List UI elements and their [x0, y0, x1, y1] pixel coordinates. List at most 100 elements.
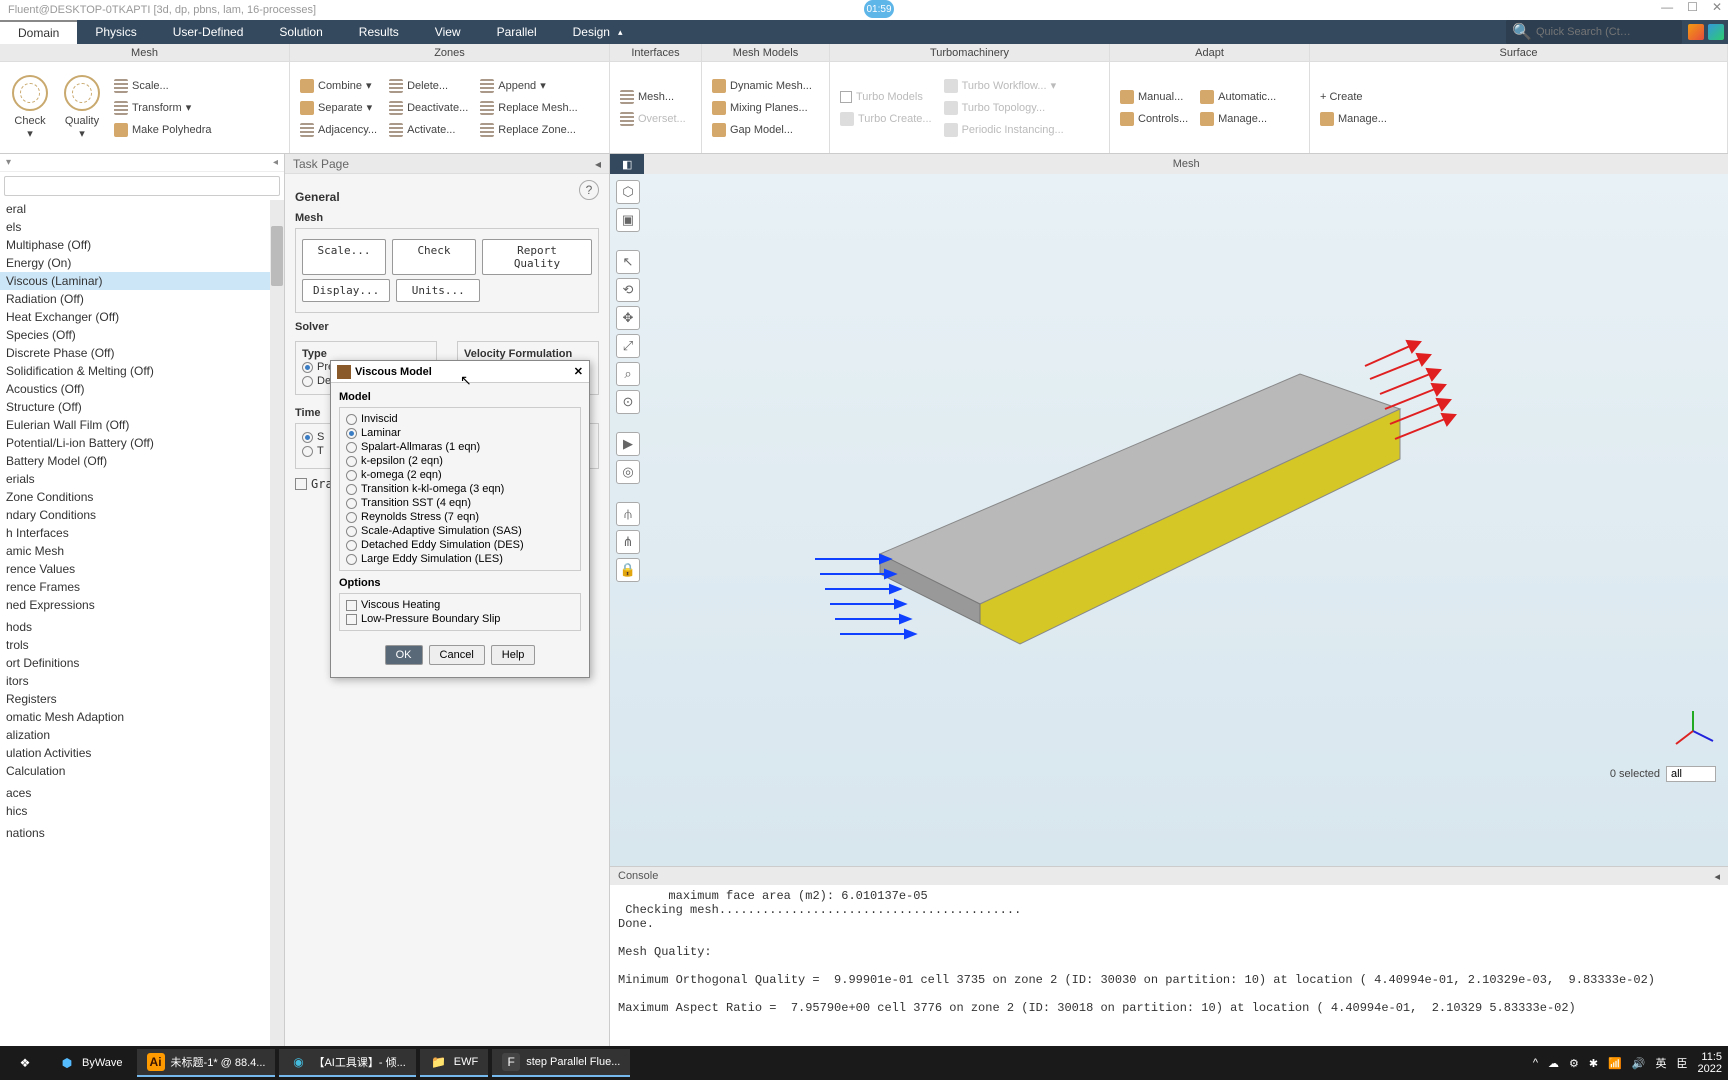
help-icon[interactable]: ? [579, 180, 599, 200]
tray-expand-icon[interactable]: ^ [1533, 1057, 1538, 1069]
tree-item[interactable]: eral [0, 200, 284, 218]
tree-item[interactable]: hics [0, 802, 284, 820]
help-button[interactable]: Help [491, 645, 536, 665]
tree-item[interactable]: ndary Conditions [0, 506, 284, 524]
mesh-scale-button[interactable]: Scale... [302, 239, 386, 275]
tree-item[interactable]: ned Expressions [0, 596, 284, 614]
tree-filter-input[interactable] [4, 176, 280, 196]
selection-filter-input[interactable] [1666, 766, 1716, 782]
quality-button[interactable]: Quality ▾ [56, 66, 108, 149]
adapt-manage-button[interactable]: Manage... [1194, 108, 1282, 130]
app-icon-2[interactable] [1708, 24, 1724, 40]
replace-mesh-button[interactable]: Replace Mesh... [474, 97, 583, 119]
quick-search[interactable]: 🔍 [1506, 20, 1682, 44]
tree-item[interactable]: alization [0, 726, 284, 744]
scrollbar[interactable] [270, 200, 284, 1046]
adapt-automatic-button[interactable]: Automatic... [1194, 86, 1282, 108]
tree-item[interactable]: Multiphase (Off) [0, 236, 284, 254]
model-radio[interactable]: Reynolds Stress (7 eqn) [346, 510, 574, 524]
taskbar-start[interactable]: ❖ [6, 1049, 44, 1077]
transform-button[interactable]: Transform ▾ [108, 97, 218, 119]
turbo-create-button[interactable]: Turbo Create... [834, 108, 938, 130]
tree-item[interactable]: Solidification & Melting (Off) [0, 362, 284, 380]
tray-ime2-icon[interactable]: 臣 [1677, 1055, 1688, 1071]
gap-model-button[interactable]: Gap Model... [706, 119, 818, 141]
console-output[interactable]: maximum face area (m2): 6.010137e-05 Che… [610, 885, 1728, 1046]
adapt-manual-button[interactable]: Manual... [1114, 86, 1194, 108]
viewport-tab-mesh[interactable]: Mesh [644, 158, 1728, 170]
model-radio[interactable]: Transition SST (4 eqn) [346, 496, 574, 510]
activate-button[interactable]: Activate... [383, 119, 474, 141]
tray-volume-icon[interactable]: 🔊 [1632, 1057, 1646, 1070]
tree-item[interactable]: ort Definitions [0, 654, 284, 672]
viewport-tab-icon[interactable]: ◧ [610, 154, 644, 174]
tool-axis-icon[interactable]: ⋔ [616, 530, 640, 554]
tool-zoom-icon[interactable]: ⤢ [616, 334, 640, 358]
dynamic-mesh-button[interactable]: Dynamic Mesh... [706, 75, 818, 97]
caret-icon[interactable]: ▴ [618, 27, 623, 38]
model-radio[interactable]: Spalart-Allmaras (1 eqn) [346, 440, 574, 454]
tool-target-icon[interactable]: ◎ [616, 460, 640, 484]
panel-collapse-icon[interactable]: ◂ [595, 157, 601, 171]
tab-physics[interactable]: Physics [77, 20, 154, 44]
turbo-workflow-button[interactable]: Turbo Workflow... ▾ [938, 75, 1070, 97]
tab-parallel[interactable]: Parallel [479, 20, 555, 44]
console-collapse-icon[interactable]: ◂ [1714, 870, 1720, 883]
tool-home-icon[interactable]: ⬡ [616, 180, 640, 204]
tab-results[interactable]: Results [341, 20, 417, 44]
turbo-models-checkbox[interactable]: Turbo Models [834, 86, 938, 108]
mesh-check-button[interactable]: Check [392, 239, 476, 275]
tray-cloud-icon[interactable]: ☁ [1548, 1057, 1559, 1070]
tree-item[interactable]: erials [0, 470, 284, 488]
tab-user-defined[interactable]: User-Defined [155, 20, 262, 44]
tab-design[interactable]: Design [555, 20, 628, 44]
tree-item[interactable]: nations [0, 824, 284, 842]
tree-item[interactable]: rence Frames [0, 578, 284, 596]
tree-item[interactable]: Viscous (Laminar) [0, 272, 284, 290]
model-radio[interactable]: k-omega (2 eqn) [346, 468, 574, 482]
tree-item[interactable]: Radiation (Off) [0, 290, 284, 308]
append-button[interactable]: Append ▾ [474, 75, 583, 97]
option-checkbox[interactable]: Low-Pressure Boundary Slip [346, 612, 574, 626]
tray-settings-icon[interactable]: ⚙ [1569, 1057, 1579, 1070]
minimize-icon[interactable]: — [1661, 0, 1673, 14]
maximize-icon[interactable]: ☐ [1687, 0, 1698, 14]
model-radio[interactable]: Scale-Adaptive Simulation (SAS) [346, 524, 574, 538]
delete-button[interactable]: Delete... [383, 75, 474, 97]
tool-cube-icon[interactable]: ▣ [616, 208, 640, 232]
tree-item[interactable]: hods [0, 618, 284, 636]
tree-item[interactable]: Eulerian Wall Film (Off) [0, 416, 284, 434]
model-radio[interactable]: Inviscid [346, 412, 574, 426]
tree-item[interactable]: Energy (On) [0, 254, 284, 272]
ok-button[interactable]: OK [385, 645, 423, 665]
surface-manage-button[interactable]: Manage... [1314, 108, 1393, 130]
tool-lock-icon[interactable]: 🔒 [616, 558, 640, 582]
model-radio[interactable]: Large Eddy Simulation (LES) [346, 552, 574, 566]
deactivate-button[interactable]: Deactivate... [383, 97, 474, 119]
tree-item[interactable]: Potential/Li-ion Battery (Off) [0, 434, 284, 452]
adapt-controls-button[interactable]: Controls... [1114, 108, 1194, 130]
separate-button[interactable]: Separate ▾ [294, 97, 383, 119]
tree-item[interactable]: ulation Activities [0, 744, 284, 762]
tree-item[interactable]: Registers [0, 690, 284, 708]
tree-item[interactable]: aces [0, 784, 284, 802]
tool-rotate-icon[interactable]: ⟲ [616, 278, 640, 302]
model-radio[interactable]: Laminar [346, 426, 574, 440]
gravity-checkbox[interactable] [295, 478, 307, 490]
check-button[interactable]: Check ▾ [4, 66, 56, 149]
tool-zoombox-icon[interactable]: ⌕ [616, 362, 640, 386]
tab-solution[interactable]: Solution [261, 20, 340, 44]
dialog-close-icon[interactable]: ✕ [574, 365, 583, 378]
tree-item[interactable]: itors [0, 672, 284, 690]
surface-create-button[interactable]: + Create [1314, 86, 1393, 108]
close-icon[interactable]: ✕ [1712, 0, 1722, 14]
tree-item[interactable]: h Interfaces [0, 524, 284, 542]
tree-item[interactable]: Battery Model (Off) [0, 452, 284, 470]
taskbar-explorer[interactable]: 📁EWF [420, 1049, 488, 1077]
tray-bluetooth-icon[interactable]: ✱ [1589, 1057, 1598, 1070]
make-polyhedra-button[interactable]: Make Polyhedra [108, 119, 218, 141]
tool-pan-icon[interactable]: ✥ [616, 306, 640, 330]
tree-item[interactable]: omatic Mesh Adaption [0, 708, 284, 726]
tree-item[interactable]: Acoustics (Off) [0, 380, 284, 398]
tree-item[interactable]: rence Values [0, 560, 284, 578]
